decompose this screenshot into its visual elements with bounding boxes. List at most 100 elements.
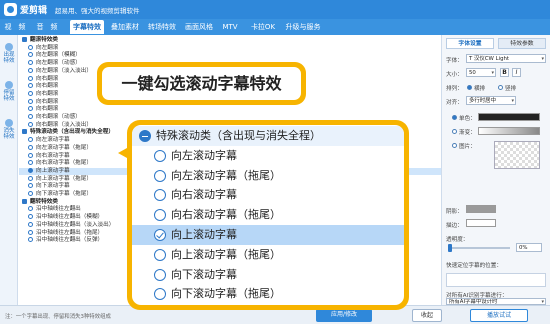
solid-color-swatch[interactable] [478,113,540,121]
align-label: 对齐： [446,100,463,106]
opacity-slider-knob[interactable] [448,244,452,252]
tab-video[interactable]: 视 频 [4,20,26,34]
gradient-radio[interactable] [452,129,457,134]
radio-icon[interactable] [28,83,33,89]
radio-icon[interactable] [28,90,33,96]
radio-icon[interactable] [28,60,33,66]
tab-font-settings[interactable]: 字体设置 [446,38,494,49]
collapse-icon[interactable] [22,37,27,42]
tab-styles[interactable]: 画面风格 [182,20,216,34]
zoom-effect-label: 向右滚动字幕 [171,188,237,202]
effect-category-row[interactable]: 翻滚特效类 [19,37,441,44]
zoom-effect-row[interactable]: 向左滚动字幕 [132,146,404,166]
radio-icon[interactable] [154,209,166,222]
zoom-effect-row[interactable]: 向上滚动字幕 [132,225,404,245]
tab-mtv[interactable]: MTV [219,20,241,34]
zoomed-effect-list: 特殊滚动类（含出现与消失全程） 向左滚动字幕 向左滚动字幕（拖尾） 向右滚动字幕向右滚… [132,125,404,305]
zoom-effect-row[interactable]: 向右滚动字幕（拖尾） [132,205,404,225]
radio-icon[interactable] [154,169,166,182]
texture-radio[interactable] [452,143,457,148]
radio-icon[interactable] [154,268,166,281]
tab-audio[interactable]: 音 频 [36,20,58,34]
effect-row[interactable]: 向左翻滚（模糊） [19,52,441,59]
zoom-effect-row[interactable]: 向左滚动字幕（拖尾） [132,166,404,186]
tab-karaoke[interactable]: 卡拉OK [248,20,278,34]
radio-icon[interactable] [28,237,33,243]
tab-overlay[interactable]: 叠加素材 [108,20,142,34]
radio-icon[interactable] [28,160,33,166]
radio-icon[interactable] [28,114,33,119]
effect-label: 向上滚动字幕 [36,167,70,174]
opacity-value[interactable]: 0% [516,243,542,252]
radio-icon[interactable] [154,189,166,202]
callout-pointer [118,148,127,158]
shadow-color-swatch[interactable] [466,205,496,213]
rail-item-disappear[interactable]: 消失特效 [2,119,16,140]
radio-icon[interactable] [154,149,166,162]
tab-upgrade[interactable]: 升级与服务 [282,20,324,34]
align-select[interactable]: 多行时居中 [466,96,516,105]
collapse-icon[interactable] [22,198,27,204]
disappear-icon [5,119,13,127]
collapse-button[interactable]: 收起 [412,309,442,322]
zoom-effect-row[interactable]: 向下滚动字幕（拖尾） [132,284,404,304]
checked-icon[interactable] [154,229,166,241]
radio-icon[interactable] [28,229,33,235]
arrange-horizontal-radio[interactable] [467,85,472,90]
tab-transitions[interactable]: 转场特效 [145,20,179,34]
quick-position-grid[interactable] [446,273,546,287]
radio-icon[interactable] [154,288,166,301]
radio-icon[interactable] [28,183,33,189]
radio-icon[interactable] [28,137,33,143]
tab-effect-params[interactable]: 特效参数 [498,38,546,49]
font-select[interactable]: T 汉仪CW Light [466,54,546,63]
size-select[interactable]: 50 [466,68,496,77]
radio-icon[interactable] [28,44,33,50]
effect-label: 向右翻滚（淡入淡出） [36,121,92,128]
apply-button[interactable]: 应用/修改 [316,309,372,322]
radio-icon[interactable] [28,214,33,220]
radio-icon[interactable] [28,221,33,227]
effect-label: 沿中轴线往左翻出 [36,206,81,213]
radio-icon[interactable] [28,152,33,158]
radio-icon[interactable] [28,67,33,73]
rail-item-stay[interactable]: 停留特效 [2,81,16,102]
stroke-color-swatch[interactable] [466,219,496,227]
effect-row[interactable]: 向左翻滚 [19,44,441,52]
zoom-effect-row[interactable]: 向下滚动字幕 [132,265,404,285]
zoomed-effect-panel: 特殊滚动类（含出现与消失全程） 向左滚动字幕 向左滚动字幕（拖尾） 向右滚动字幕向右滚… [127,120,409,310]
gradient-swatch[interactable] [478,127,540,135]
italic-button[interactable]: I [512,68,521,77]
radio-icon[interactable] [154,248,166,261]
zoom-effect-row[interactable]: 向上滚动字幕（拖尾） [132,245,404,265]
texture-preview[interactable] [494,141,540,169]
radio-icon[interactable] [28,106,33,112]
arrange-vertical-label: 竖排 [505,86,517,92]
radio-icon[interactable] [28,206,33,212]
radio-icon[interactable] [28,121,33,127]
effect-label: 向上滚动字幕（拖尾） [36,175,92,182]
ai-subtitle-select[interactable]: 所有AI字幕中设计时 [446,298,546,305]
radio-icon[interactable] [28,191,33,196]
callout-text: 一键勾选滚动字幕特效 [102,67,301,100]
tab-subtitle-effects[interactable]: 字幕特效 [70,20,104,34]
radio-icon[interactable] [28,75,33,81]
effect-row[interactable]: 向右翻滚 [19,106,441,113]
arrange-vertical-radio[interactable] [498,85,503,90]
collapse-icon[interactable] [22,129,27,135]
bold-button[interactable]: B [500,68,509,77]
effect-label: 沿中轴线往左翻出（反弹） [36,237,104,244]
radio-icon[interactable] [28,144,33,150]
opacity-slider[interactable] [448,247,510,249]
radio-icon[interactable] [28,175,33,181]
zoom-category-row[interactable]: 特殊滚动类（含出现与消失全程） [132,126,404,146]
rail-item-appear[interactable]: 出现特效 [2,43,16,64]
radio-icon[interactable] [28,167,33,173]
zoom-effect-row[interactable]: 向右滚动字幕 [132,185,404,205]
radio-icon[interactable] [28,52,33,58]
collapse-icon[interactable] [139,130,151,142]
radio-icon[interactable] [28,98,33,104]
solid-color-radio[interactable] [452,115,457,120]
effect-label: 特殊滚动类（含出现与消失全程） [30,129,114,136]
preview-button[interactable]: 播放试试 [470,309,528,322]
